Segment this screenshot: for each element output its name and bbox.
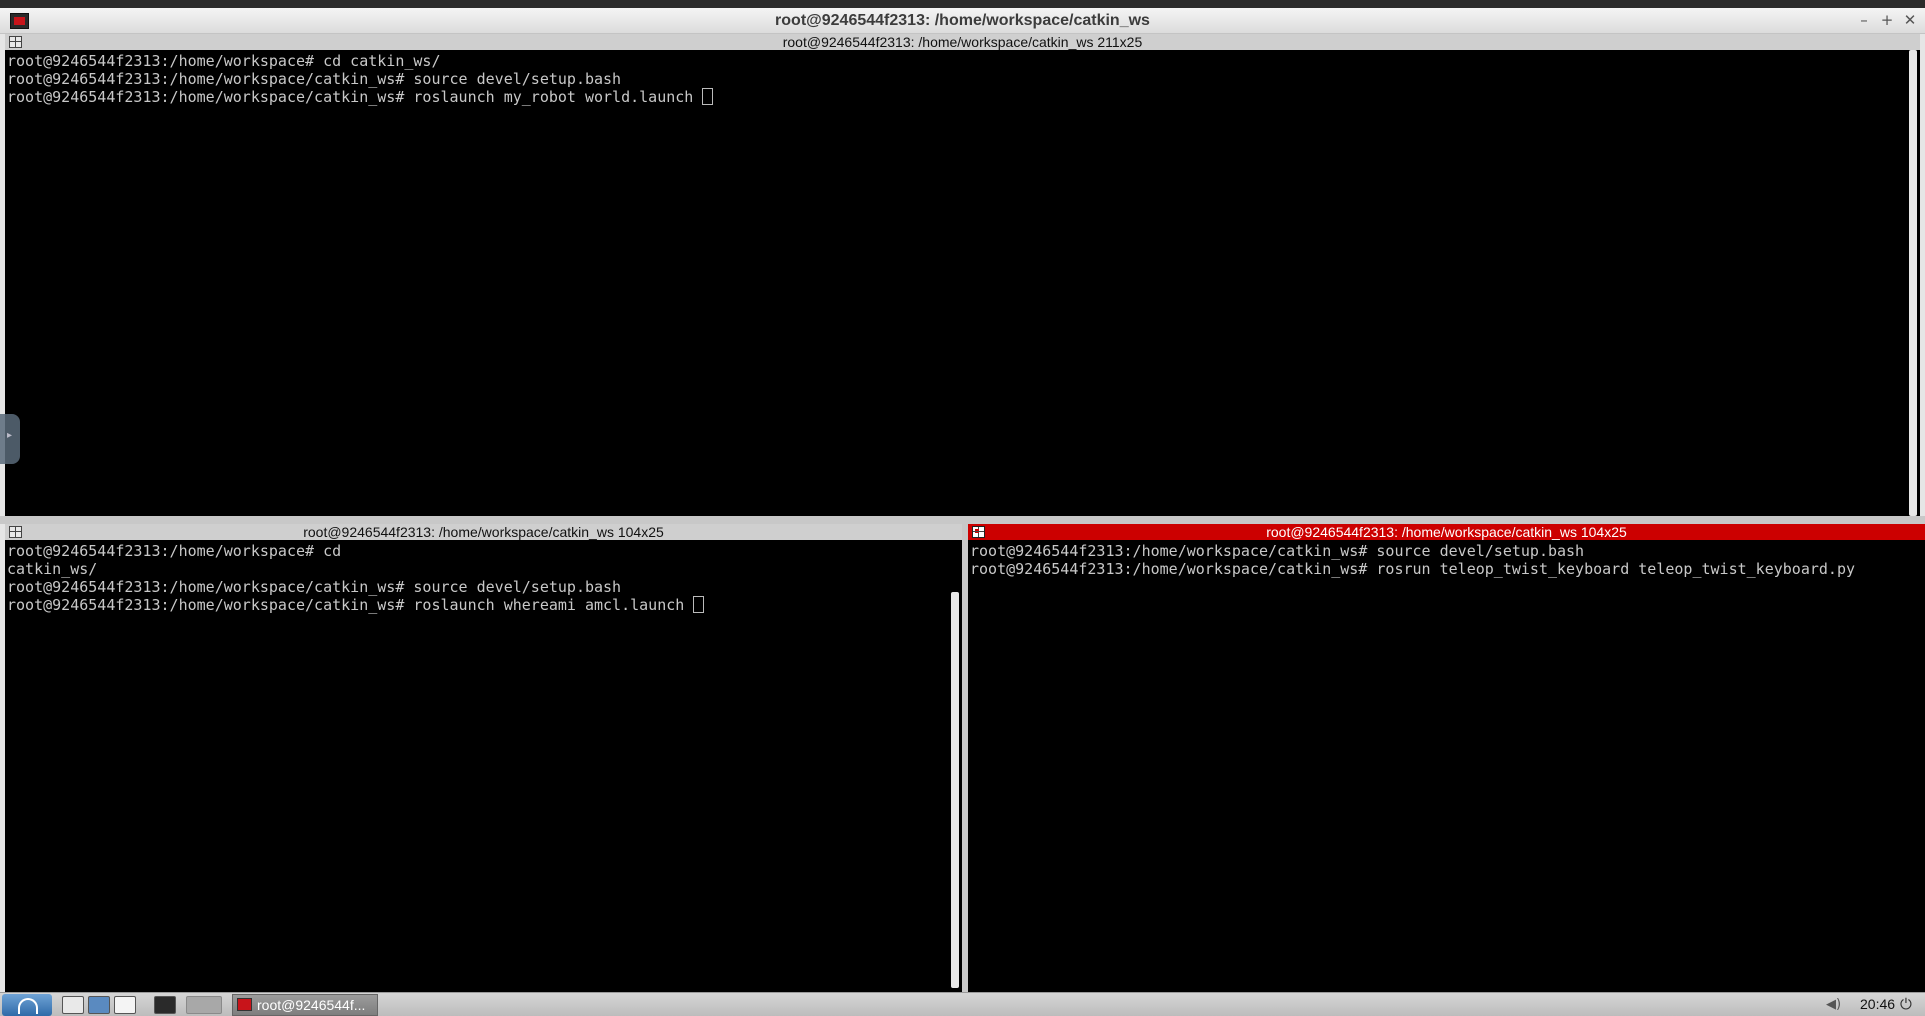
terminal-output-bottom-right[interactable]: root@9246544f2313:/home/workspace/catkin… [970, 542, 1909, 992]
pane-title-top: root@9246544f2313: /home/workspace/catki… [782, 34, 1143, 50]
terminal-line-text: root@9246544f2313:/home/workspace/catkin… [7, 88, 703, 106]
close-button[interactable]: ✕ [1901, 11, 1919, 29]
minimize-button[interactable]: – [1855, 11, 1873, 29]
pane-title-bottom-left: root@9246544f2313: /home/workspace/catki… [303, 524, 664, 540]
clock[interactable]: 20:46 [1860, 996, 1895, 1012]
taskbar-task-terminal[interactable]: root@9246544f... [232, 994, 378, 1016]
terminal-line: root@9246544f2313:/home/workspace/catkin… [7, 596, 946, 614]
pane-titlebar-bottom-left[interactable]: root@9246544f2313: /home/workspace/catki… [5, 524, 962, 540]
terminal-output-bottom-left[interactable]: root@9246544f2313:/home/workspace# cd cat… [7, 542, 946, 992]
text-cursor [693, 596, 705, 613]
terminal-line-text: root@9246544f2313:/home/workspace/catkin… [7, 596, 694, 614]
window-icon[interactable] [114, 996, 136, 1014]
terminal-task-icon [237, 998, 252, 1011]
taskbar: root@9246544f... ◀) 20:46 ⏻ [0, 992, 1925, 1016]
terminal-line: root@9246544f2313:/home/workspace/catkin… [7, 88, 1904, 106]
terminal-line: root@9246544f2313:/home/workspace/catkin… [970, 560, 1856, 578]
file-manager-icon[interactable] [62, 996, 84, 1014]
terminal-output-top[interactable]: root@9246544f2313:/home/workspace# cd ca… [7, 52, 1904, 516]
terminal-line: root@9246544f2313:/home/workspace# cd ca… [7, 52, 441, 70]
terminal-line: root@9246544f2313:/home/workspace/catkin… [7, 70, 622, 88]
terminal-pane-bottom-left[interactable]: root@9246544f2313: /home/workspace/catki… [5, 524, 962, 992]
desktop-switcher-icon[interactable] [88, 996, 110, 1014]
window-title: root@9246544f2313: /home/workspace/catki… [775, 12, 1150, 29]
side-panel-handle[interactable] [0, 414, 20, 464]
taskbar-task-label: root@9246544f... [257, 997, 366, 1013]
start-menu-button[interactable] [2, 994, 52, 1016]
terminal-line: root@9246544f2313:/home/workspace/catkin… [7, 578, 622, 596]
terminal-line: root@9246544f2313:/home/workspace/catkin… [970, 542, 1585, 560]
volume-icon[interactable]: ◀) [1826, 997, 1841, 1012]
scroll-thumb[interactable] [951, 592, 959, 988]
scroll-thumb[interactable] [1909, 50, 1917, 516]
terminal-launcher-icon[interactable] [154, 996, 176, 1014]
pane-title-bottom-right: root@9246544f2313: /home/workspace/catki… [1266, 524, 1627, 540]
top-strip [0, 0, 1925, 8]
terminator-window: root@9246544f2313: /home/workspace/catki… [0, 8, 1925, 992]
scrollbar-bottom-left[interactable] [948, 540, 962, 992]
terminal-line: root@9246544f2313:/home/workspace# cd [7, 542, 342, 560]
scrollbar-top[interactable] [1906, 50, 1920, 516]
horizontal-splitter[interactable] [0, 516, 1925, 524]
pane-titlebar-bottom-right[interactable]: root@9246544f2313: /home/workspace/catki… [968, 524, 1925, 540]
power-icon[interactable]: ⏻ [1900, 995, 1912, 1013]
maximize-button[interactable]: + [1878, 11, 1896, 29]
workspace-pager[interactable] [186, 996, 222, 1014]
pane-titlebar-top[interactable]: root@9246544f2313: /home/workspace/catki… [5, 34, 1920, 50]
terminal-pane-bottom-right[interactable]: root@9246544f2313: /home/workspace/catki… [968, 524, 1925, 992]
terminal-line: catkin_ws/ [7, 560, 98, 578]
window-titlebar[interactable]: root@9246544f2313: /home/workspace/catki… [0, 8, 1925, 34]
text-cursor [702, 88, 714, 105]
terminal-pane-top[interactable]: root@9246544f2313: /home/workspace/catki… [5, 34, 1920, 516]
